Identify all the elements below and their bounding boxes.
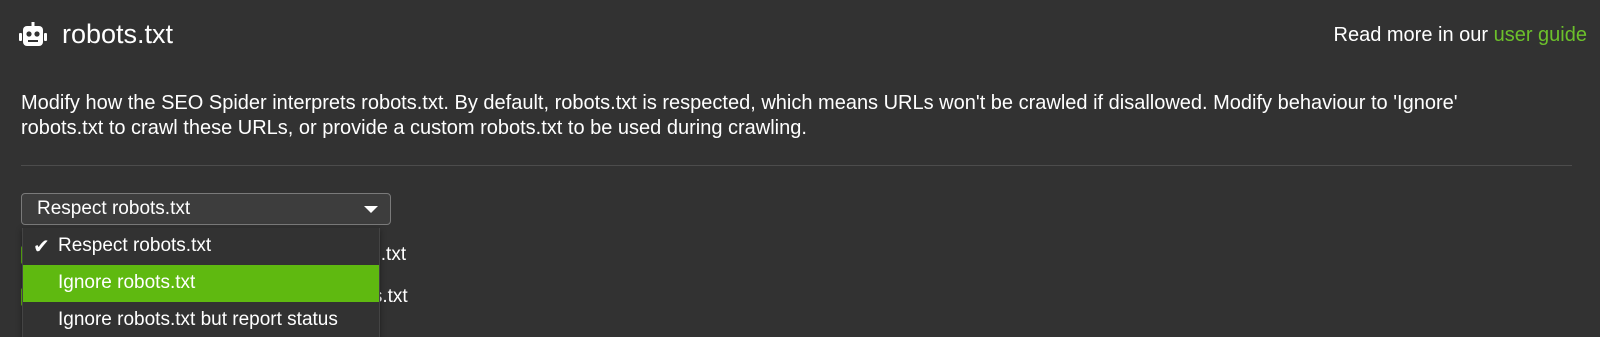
divider: [21, 165, 1572, 166]
read-more-prefix: Read more in our: [1333, 24, 1494, 46]
user-guide-link[interactable]: user guide: [1494, 24, 1587, 46]
page-title: robots.txt: [62, 19, 174, 49]
robot-icon: [19, 22, 47, 46]
description-text: Modify how the SEO Spider interprets rob…: [21, 92, 1458, 139]
dropdown-item-respect[interactable]: ✔ Respect robots.txt: [23, 228, 379, 265]
dropdown-item-label: Ignore robots.txt but report status: [58, 309, 338, 330]
dropdown-item-label: Ignore robots.txt: [58, 272, 196, 293]
select-value: Respect robots.txt: [37, 198, 191, 219]
dropdown-item-ignore[interactable]: Ignore robots.txt: [23, 265, 379, 302]
read-more-text: Read more in our user guide: [1334, 23, 1587, 47]
robots-mode-dropdown: ✔ Respect robots.txt Ignore robots.txt I…: [22, 228, 380, 337]
dropdown-item-ignore-report-status[interactable]: Ignore robots.txt but report status: [23, 302, 379, 337]
robots-mode-select[interactable]: Respect robots.txt: [21, 193, 391, 225]
robots-txt-settings-panel: robots.txt Read more in our user guide M…: [0, 0, 1600, 337]
dropdown-item-label: Respect robots.txt: [58, 235, 212, 256]
checkmark-icon: ✔: [33, 234, 50, 258]
chevron-down-icon: [364, 206, 378, 213]
